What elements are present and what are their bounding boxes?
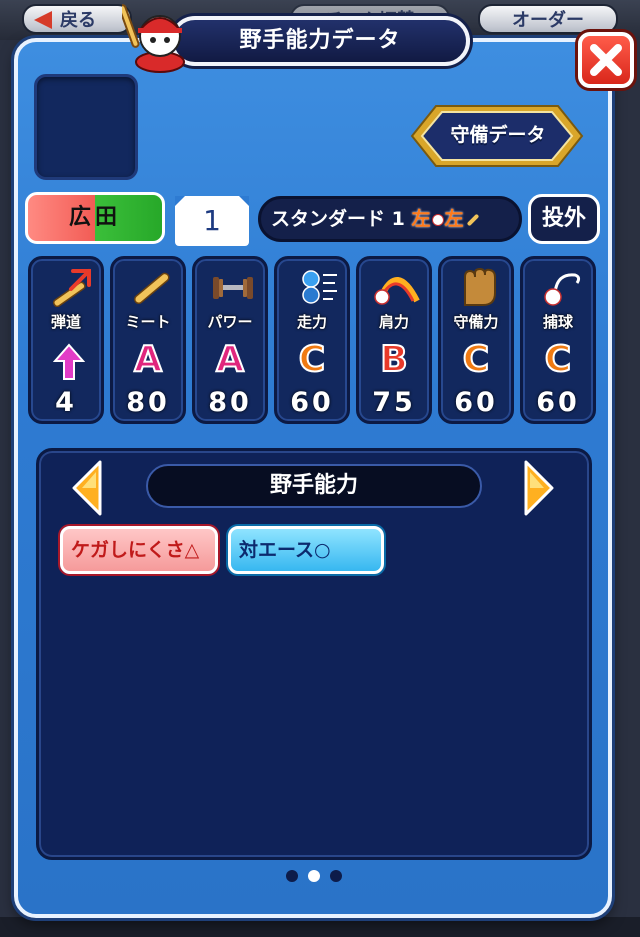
throws-hand: 左 bbox=[411, 208, 431, 230]
close-button[interactable] bbox=[578, 32, 634, 88]
abilities-panel bbox=[36, 448, 592, 860]
stat-grade: C bbox=[298, 338, 326, 381]
stat-name: 弾道 bbox=[50, 313, 81, 331]
stat-grade: A bbox=[133, 338, 163, 381]
prev-page-arrow-icon[interactable] bbox=[70, 458, 104, 518]
throw-arc-icon bbox=[374, 277, 420, 305]
close-icon bbox=[590, 44, 622, 76]
form-number: 1 bbox=[391, 208, 405, 230]
glove-icon bbox=[464, 267, 496, 306]
skill-vs-ace[interactable]: 対エース○ bbox=[228, 526, 384, 574]
stat-grade: B bbox=[379, 338, 408, 381]
stat-card-arm: 肩力 B 75 bbox=[356, 256, 432, 424]
bat-icon bbox=[466, 213, 479, 226]
stats-row: 弾道 4 ミート A 80 パワー A 80 走力 C 60 肩力 B 75 守… bbox=[28, 256, 602, 424]
stat-name: パワー bbox=[207, 313, 253, 331]
stat-grade: C bbox=[544, 338, 572, 381]
defense-data-label: 守備データ bbox=[450, 124, 546, 146]
stat-card-power: パワー A 80 bbox=[192, 256, 268, 424]
stat-grade: A bbox=[215, 338, 245, 381]
modal-title: 野手能力データ bbox=[170, 16, 470, 66]
back-arrow-icon bbox=[34, 11, 52, 29]
stat-card-catching: 捕球 C 60 bbox=[520, 256, 596, 424]
bats-hand: 左 bbox=[444, 208, 464, 230]
stat-name: 守備力 bbox=[453, 313, 499, 331]
page-dot bbox=[330, 870, 342, 882]
stat-value: 60 bbox=[290, 387, 334, 418]
form-label: スタンダード bbox=[271, 208, 386, 230]
team-badge: 広田 bbox=[25, 192, 165, 244]
stat-value: 60 bbox=[536, 387, 580, 418]
order-button[interactable]: オーダー bbox=[478, 4, 618, 34]
stat-value: 4 bbox=[55, 387, 77, 418]
trajectory-bat-icon bbox=[52, 269, 91, 307]
page-dot-active bbox=[308, 870, 320, 882]
mascot-batter-icon bbox=[122, 4, 185, 73]
ball-icon bbox=[431, 213, 444, 226]
page-indicator bbox=[280, 868, 360, 882]
stat-card-meet: ミート A 80 bbox=[110, 256, 186, 424]
stat-card-fielding: 守備力 C 60 bbox=[438, 256, 514, 424]
position-box: 投外 bbox=[528, 194, 600, 244]
page-dot bbox=[286, 870, 298, 882]
batting-form-pill: スタンダード 1 左左 bbox=[258, 196, 522, 242]
next-page-arrow-icon[interactable] bbox=[522, 458, 556, 518]
stat-card-speed: 走力 C 60 bbox=[274, 256, 350, 424]
order-button-label: オーダー bbox=[512, 10, 584, 31]
stat-name: 捕球 bbox=[542, 313, 573, 331]
stat-value: 75 bbox=[372, 387, 416, 418]
stat-grade: C bbox=[462, 338, 490, 381]
running-ball-icon bbox=[302, 270, 337, 304]
stat-value: 80 bbox=[126, 387, 170, 418]
stat-name: 走力 bbox=[296, 313, 327, 331]
dumbbell-icon bbox=[213, 277, 253, 299]
background-bottom-bar bbox=[0, 917, 640, 937]
catch-ball-icon bbox=[544, 273, 581, 306]
stat-name: ミート bbox=[125, 313, 171, 331]
trajectory-up-arrow-icon bbox=[53, 343, 85, 380]
abilities-panel-title: 野手能力 bbox=[146, 464, 482, 508]
stat-value: 80 bbox=[208, 387, 252, 418]
player-portrait bbox=[34, 74, 138, 180]
skill-injury-resistance[interactable]: ケガしにくさ△ bbox=[60, 526, 218, 574]
back-button[interactable]: 戻る bbox=[22, 4, 132, 34]
stat-card-trajectory: 弾道 4 bbox=[28, 256, 104, 424]
back-button-label: 戻る bbox=[60, 10, 96, 31]
stat-value: 60 bbox=[454, 387, 498, 418]
bat-icon bbox=[133, 272, 170, 305]
uniform-number: 1 bbox=[175, 196, 249, 246]
stat-name: 肩力 bbox=[378, 313, 409, 331]
